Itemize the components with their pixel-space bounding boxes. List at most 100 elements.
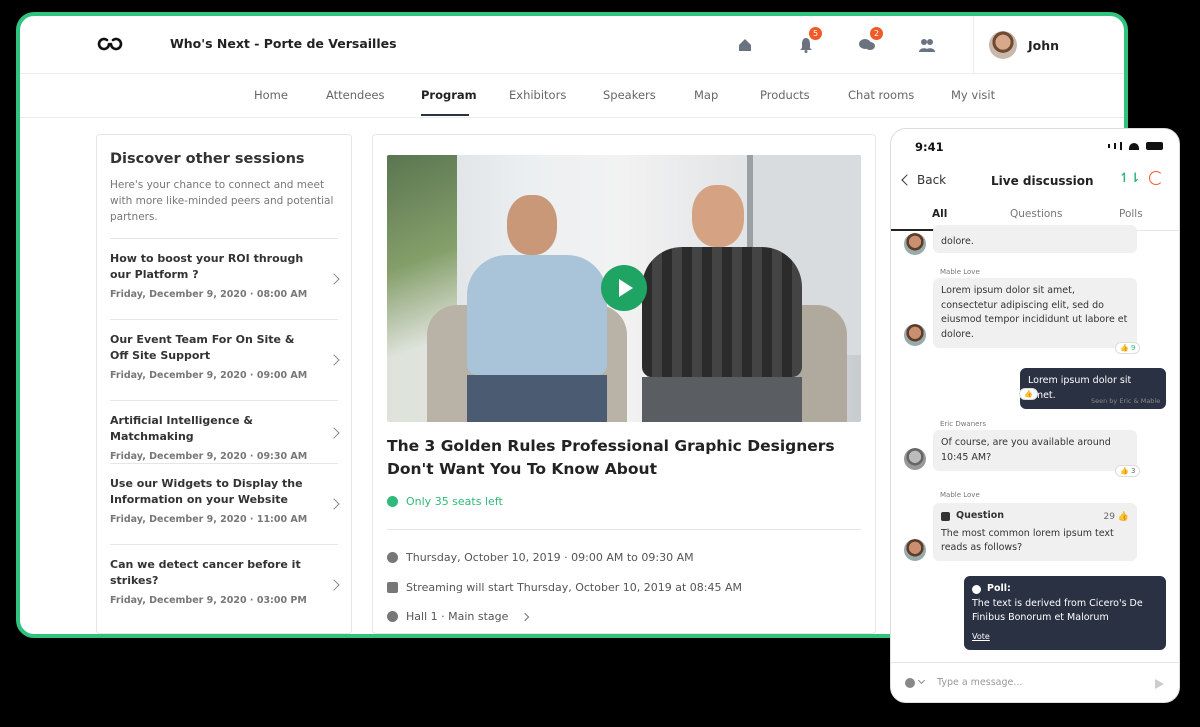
like-reaction[interactable]: 👍 9 — [1115, 342, 1141, 354]
chevron-right-icon — [521, 612, 530, 621]
top-bar: Who's Next - Porte de Versailles 5 2 Joh… — [20, 16, 1124, 74]
question-text: The most common lorem ipsum text reads a… — [941, 527, 1114, 554]
user-avatar[interactable] — [989, 31, 1017, 59]
message-input[interactable]: Type a message... — [937, 677, 1022, 688]
streaming-icon — [387, 582, 398, 593]
messages-badge: 2 — [870, 27, 883, 40]
back-label: Back — [917, 173, 947, 187]
nav-item-products[interactable]: Products — [760, 88, 810, 102]
avatar — [904, 539, 926, 561]
message-text: Of course, are you available around 10:4… — [941, 437, 1111, 463]
divider — [387, 529, 861, 530]
message-author: Mable Love — [940, 268, 980, 276]
session-title: Our Event Team For On Site & Off Site Su… — [110, 333, 295, 362]
user-name[interactable]: John — [1028, 38, 1059, 53]
messages-icon[interactable]: 2 — [855, 27, 883, 57]
nav-item-exhibitors[interactable]: Exhibitors — [509, 88, 566, 102]
chevron-right-icon — [328, 354, 340, 366]
poll-icon — [972, 584, 981, 594]
session-title: Can we detect cancer before it strikes? — [110, 558, 301, 587]
chevron-right-icon — [328, 427, 340, 439]
nav-item-program[interactable]: Program — [421, 88, 477, 102]
chat-message: Lorem ipsum dolor sit amet, consectetur … — [933, 278, 1137, 348]
session-datetime: Thursday, October 10, 2019 · 09:00 AM to… — [406, 551, 694, 564]
seat-icon — [387, 496, 398, 507]
avatar — [904, 448, 926, 470]
session-date: Friday, December 9, 2020 · 09:00 AM — [110, 370, 308, 381]
message-text: dolore. — [941, 236, 974, 247]
session-item[interactable]: How to boost your ROI through our Platfo… — [110, 238, 340, 319]
video-frame-speaker — [467, 195, 607, 422]
message-author: Mable Love — [940, 491, 980, 499]
nav-item-my-visit[interactable]: My visit — [951, 88, 995, 102]
panel-title: Discover other sessions — [110, 151, 305, 167]
send-icon[interactable] — [1155, 679, 1164, 689]
notifications-bell-icon[interactable]: 5 — [794, 27, 822, 57]
session-item[interactable]: Use our Widgets to Display the Informati… — [110, 463, 340, 544]
clock-icon — [387, 552, 398, 563]
session-date: Friday, December 9, 2020 · 09:30 AM — [110, 451, 308, 462]
question-message: Question 29 👍 The most common lorem ipsu… — [933, 503, 1137, 561]
nav-item-speakers[interactable]: Speakers — [603, 88, 656, 102]
discussion-title: Live discussion — [991, 174, 1094, 188]
nav-item-chat-rooms[interactable]: Chat rooms — [848, 88, 914, 102]
session-datetime-row: Thursday, October 10, 2019 · 09:00 AM to… — [387, 551, 694, 564]
chevron-left-icon — [901, 174, 913, 186]
avatar — [904, 233, 926, 255]
upvote-number: 29 — [1103, 512, 1115, 522]
seats-availability: Only 35 seats left — [387, 495, 503, 508]
session-item[interactable]: Artificial Intelligence & Matchmaking Fr… — [110, 400, 340, 463]
nav-item-map[interactable]: Map — [694, 88, 718, 102]
chevron-right-icon — [328, 273, 340, 285]
question-label: Question — [956, 510, 1005, 521]
main-navigation: Home Attendees Program Exhibitors Speake… — [20, 74, 1124, 118]
play-button[interactable] — [601, 265, 647, 311]
status-time: 9:41 — [915, 140, 944, 154]
session-title: How to boost your ROI through our Platfo… — [110, 252, 304, 281]
chevron-down-icon[interactable] — [917, 676, 926, 685]
question-icon — [941, 511, 950, 521]
chevron-right-icon — [328, 498, 340, 510]
message-author: Eric Dwaners — [940, 420, 986, 428]
question-header: Question — [941, 509, 1129, 524]
session-detail-panel: The 3 Golden Rules Professional Graphic … — [372, 134, 876, 634]
other-sessions-panel: Discover other sessions Here's your chan… — [96, 134, 352, 634]
seen-by-text: Seen by Eric & Mable — [1091, 397, 1161, 405]
poll-message: Poll: The text is derived from Cicero's … — [964, 576, 1166, 650]
reaction-count: 3 — [1130, 467, 1136, 475]
tab-polls[interactable]: Polls — [1119, 208, 1143, 220]
video-frame-speaker — [642, 185, 802, 422]
vote-link[interactable]: Vote — [972, 630, 1158, 645]
session-location[interactable]: Hall 1 · Main stage — [406, 610, 508, 623]
sort-icon[interactable]: ↿⇂ — [1119, 171, 1141, 186]
session-item[interactable]: Can we detect cancer before it strikes? … — [110, 544, 340, 625]
emoji-icon[interactable] — [905, 678, 915, 688]
tab-all[interactable]: All — [932, 208, 947, 220]
like-reaction[interactable]: 👍 3 — [1115, 465, 1141, 477]
home-icon[interactable] — [733, 33, 757, 57]
back-button[interactable]: Back — [901, 173, 947, 187]
session-item[interactable]: Our Event Team For On Site & Off Site Su… — [110, 319, 340, 400]
poll-text: The text is derived from Cicero's De Fin… — [972, 597, 1143, 624]
session-date: Friday, December 9, 2020 · 08:00 AM — [110, 289, 308, 300]
signal-icon — [1108, 144, 1110, 148]
nav-item-attendees[interactable]: Attendees — [326, 88, 385, 102]
like-reaction[interactable]: 👍 — [1019, 388, 1038, 400]
session-title: Artificial Intelligence & Matchmaking — [110, 414, 253, 443]
chat-message: Of course, are you available around 10:4… — [933, 430, 1137, 471]
tab-questions[interactable]: Questions — [1010, 208, 1062, 220]
location-row[interactable]: Hall 1 · Main stage — [387, 610, 530, 623]
nav-item-home[interactable]: Home — [254, 88, 288, 102]
logo-icon[interactable] — [96, 34, 126, 54]
video-player[interactable] — [387, 155, 861, 422]
leave-icon[interactable] — [1149, 171, 1163, 185]
session-date: Friday, December 9, 2020 · 03:00 PM — [110, 595, 307, 606]
mobile-live-discussion: 9:41 Back Live discussion ↿⇂ All Questio… — [890, 128, 1180, 703]
session-date: Friday, December 9, 2020 · 11:00 AM — [110, 514, 308, 525]
event-title: Who's Next - Porte de Versailles — [170, 36, 397, 51]
chat-message: dolore. — [933, 225, 1137, 253]
user-separator — [973, 16, 974, 74]
upvote-count[interactable]: 29 👍 — [1103, 510, 1129, 525]
contacts-icon[interactable] — [915, 33, 939, 57]
streaming-row: Streaming will start Thursday, October 1… — [387, 581, 742, 594]
